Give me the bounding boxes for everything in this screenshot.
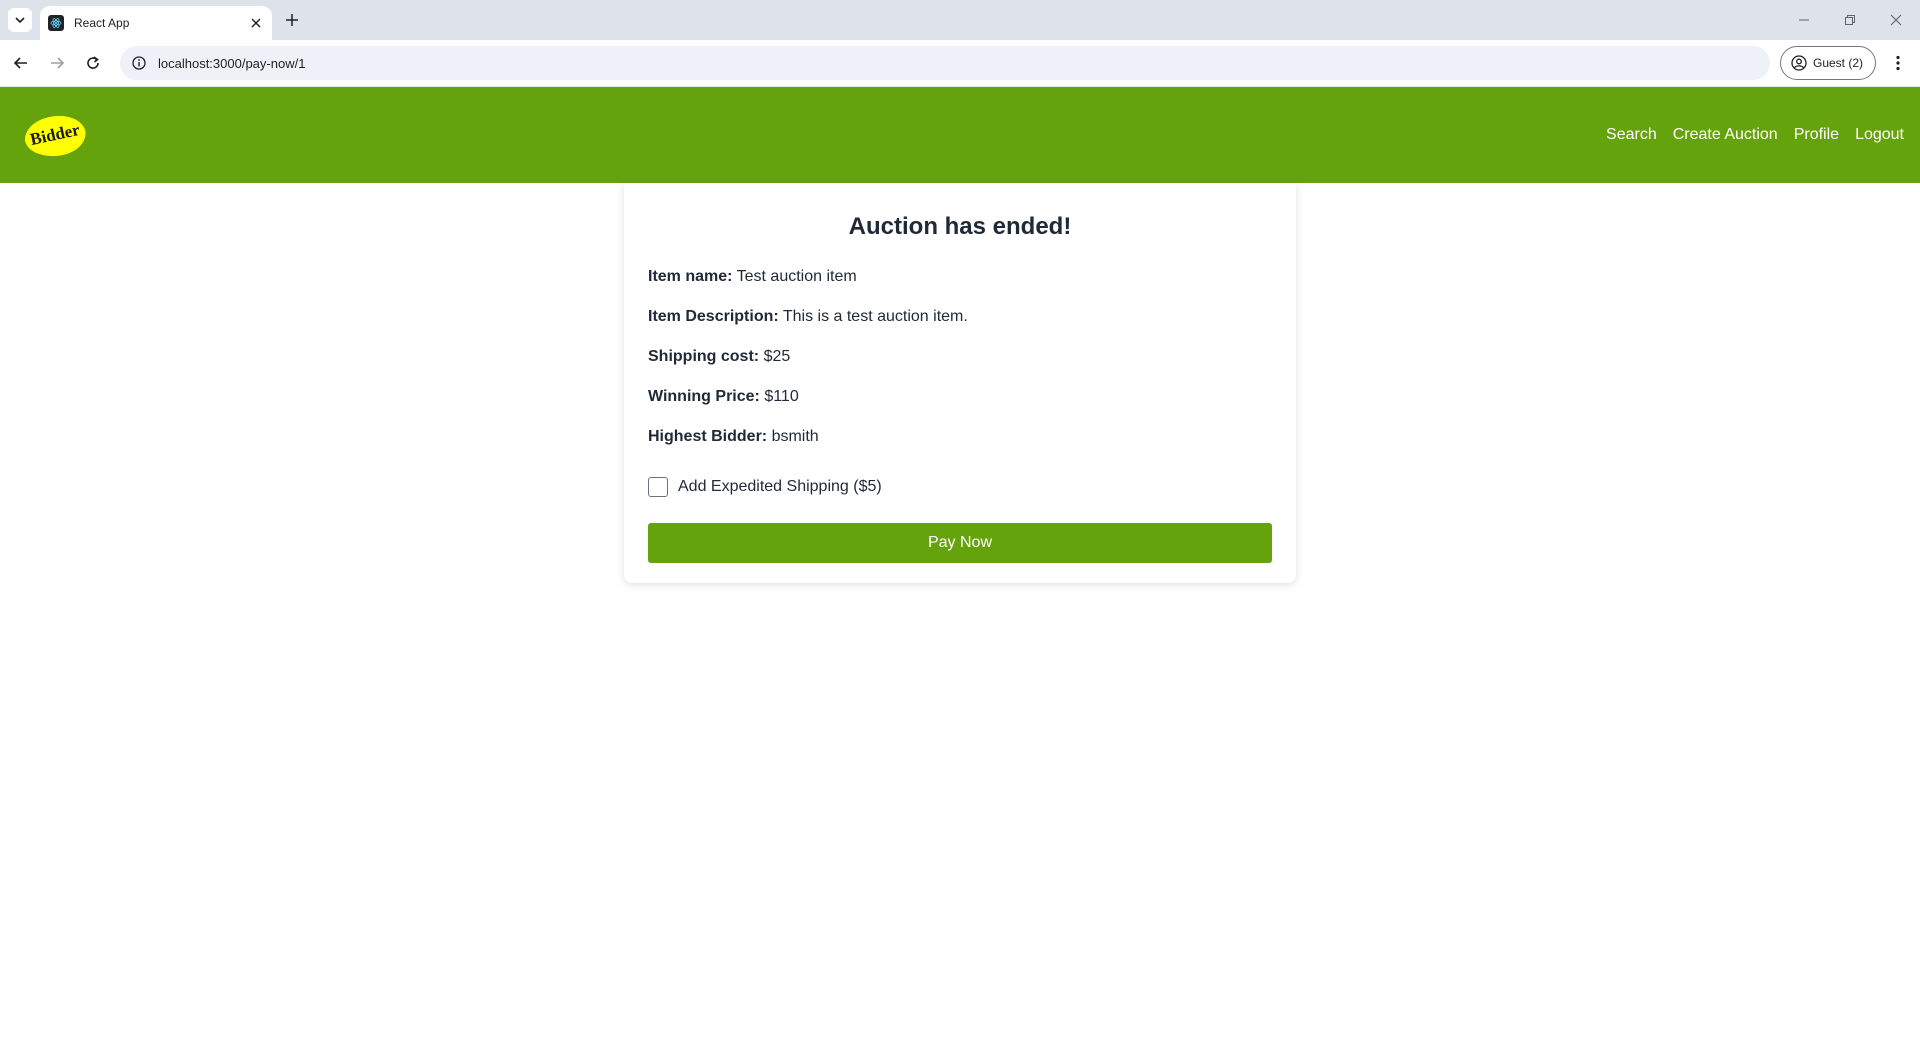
field-label: Item Description:	[648, 308, 779, 325]
restore-icon	[1845, 15, 1855, 25]
field-label: Item name:	[648, 268, 733, 285]
reload-icon	[87, 56, 99, 69]
page-title: Auction has ended!	[848, 213, 1072, 240]
reload-button[interactable]	[82, 52, 104, 74]
browser-toolbar: localhost:3000/pay-now/1 Guest (2)	[0, 40, 1920, 87]
close-icon	[1890, 14, 1902, 26]
expedited-shipping-row[interactable]: Add Expedited Shipping ($5)	[648, 475, 1272, 499]
tab-title: React App	[74, 16, 130, 30]
field-label: Winning Price:	[648, 388, 760, 405]
arrow-left-icon	[13, 57, 27, 69]
minimize-button[interactable]	[1794, 10, 1814, 30]
nav-logout-link[interactable]: Logout	[1855, 126, 1904, 144]
plus-icon	[286, 14, 298, 26]
nav-search-link[interactable]: Search	[1606, 126, 1657, 144]
main-nav: Search Create Auction Profile Logout	[1606, 87, 1904, 183]
address-bar[interactable]: localhost:3000/pay-now/1	[120, 46, 1770, 80]
field-value: bsmith	[771, 428, 819, 445]
expedited-shipping-checkbox[interactable]	[648, 477, 668, 497]
expedited-shipping-label[interactable]: Add Expedited Shipping ($5)	[678, 478, 882, 496]
nav-create-auction-link[interactable]: Create Auction	[1673, 126, 1778, 144]
restore-button[interactable]	[1840, 10, 1860, 30]
minimize-icon	[1799, 19, 1809, 21]
highest-bidder-field: Highest Bidder: bsmith	[648, 427, 1272, 467]
field-value: Test auction item	[736, 268, 857, 285]
account-icon	[1791, 55, 1807, 71]
forward-button[interactable]	[46, 52, 68, 74]
profile-button[interactable]: Guest (2)	[1780, 46, 1876, 80]
app-header: Bidder Search Create Auction Profile Log…	[0, 87, 1920, 183]
profile-label: Guest (2)	[1813, 56, 1864, 70]
tab-search-button[interactable]	[8, 8, 32, 32]
arrow-right-icon	[51, 57, 65, 69]
browser-tab[interactable]: React App	[40, 6, 272, 40]
nav-profile-link[interactable]: Profile	[1794, 126, 1839, 144]
pay-now-card: Auction has ended! Item name: Test aucti…	[624, 183, 1296, 583]
shipping-cost-field: Shipping cost: $25	[648, 347, 1272, 387]
field-value: $110	[764, 388, 799, 405]
close-window-button[interactable]	[1886, 10, 1906, 30]
item-description-field: Item Description: This is a test auction…	[648, 307, 1272, 347]
browser-menu-button[interactable]	[1888, 52, 1908, 74]
close-icon[interactable]	[248, 15, 264, 31]
browser-tabstrip: React App	[0, 0, 1920, 40]
field-value: This is a test auction item.	[782, 308, 968, 325]
field-label: Shipping cost:	[648, 348, 760, 365]
new-tab-button[interactable]	[282, 10, 302, 30]
chevron-down-icon	[15, 17, 25, 24]
pay-now-button[interactable]: Pay Now	[648, 523, 1272, 563]
winning-price-field: Winning Price: $110	[648, 387, 1272, 427]
more-vertical-icon	[1896, 55, 1900, 71]
url-text: localhost:3000/pay-now/1	[158, 55, 306, 71]
field-label: Highest Bidder:	[648, 428, 768, 445]
bidder-logo[interactable]: Bidder	[22, 111, 88, 159]
back-button[interactable]	[10, 52, 32, 74]
site-info-icon[interactable]	[132, 56, 146, 70]
item-name-field: Item name: Test auction item	[648, 267, 1272, 307]
react-icon	[48, 15, 64, 31]
field-value: $25	[763, 348, 791, 365]
